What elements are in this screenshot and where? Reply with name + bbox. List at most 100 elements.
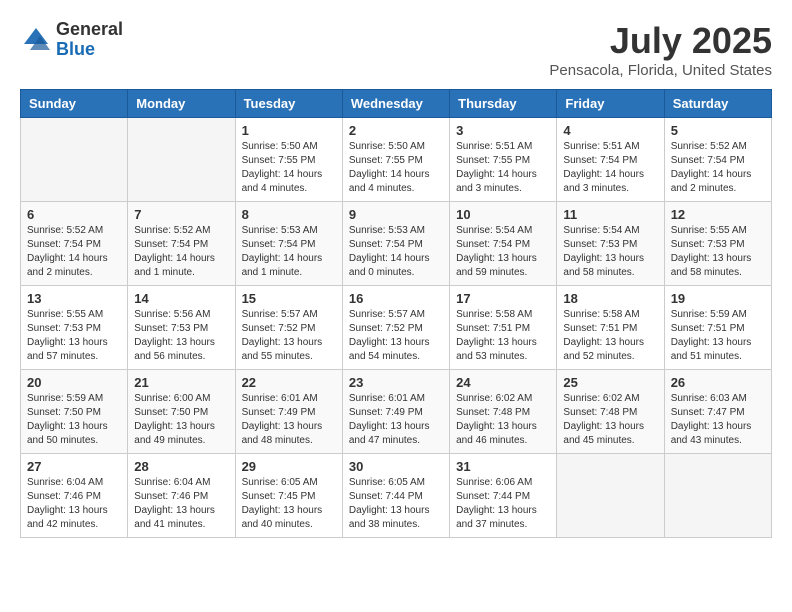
calendar-cell: 3 Sunrise: 5:51 AM Sunset: 7:55 PM Daylig… — [450, 118, 557, 202]
weekday-header: Wednesday — [342, 90, 449, 118]
day-info: Sunrise: 6:04 AM Sunset: 7:46 PM Dayligh… — [27, 476, 121, 532]
day-info: Sunrise: 6:04 AM Sunset: 7:46 PM Dayligh… — [134, 476, 228, 532]
day-number: 28 — [134, 459, 228, 474]
calendar-cell: 30 Sunrise: 6:05 AM Sunset: 7:44 PM Dayli… — [342, 454, 449, 538]
day-number: 24 — [456, 375, 550, 390]
calendar-cell: 31 Sunrise: 6:06 AM Sunset: 7:44 PM Dayli… — [450, 454, 557, 538]
day-info: Sunrise: 5:50 AM Sunset: 7:55 PM Dayligh… — [349, 140, 443, 196]
day-number: 7 — [134, 207, 228, 222]
calendar-cell — [128, 118, 235, 202]
calendar-cell: 4 Sunrise: 5:51 AM Sunset: 7:54 PM Daylig… — [557, 118, 664, 202]
day-info: Sunrise: 6:01 AM Sunset: 7:49 PM Dayligh… — [242, 392, 336, 448]
day-number: 30 — [349, 459, 443, 474]
day-info: Sunrise: 5:58 AM Sunset: 7:51 PM Dayligh… — [456, 308, 550, 364]
calendar-week-row: 6Sunrise: 5:52 AM Sunset: 7:54 PM Daylig… — [21, 202, 772, 286]
day-number: 21 — [134, 375, 228, 390]
calendar-cell: 21Sunrise: 6:00 AM Sunset: 7:50 PM Dayli… — [128, 370, 235, 454]
calendar-cell: 6Sunrise: 5:52 AM Sunset: 7:54 PM Daylig… — [21, 202, 128, 286]
day-info: Sunrise: 5:54 AM Sunset: 7:54 PM Dayligh… — [456, 224, 550, 280]
calendar-cell: 16 Sunrise: 5:57 AM Sunset: 7:52 PM Dayli… — [342, 286, 449, 370]
day-info: Sunrise: 5:57 AM Sunset: 7:52 PM Dayligh… — [349, 308, 443, 364]
day-number: 27 — [27, 459, 121, 474]
logo: General Blue — [20, 20, 123, 60]
calendar-cell: 8 Sunrise: 5:53 AM Sunset: 7:54 PM Daylig… — [235, 202, 342, 286]
day-number: 26 — [671, 375, 765, 390]
calendar-cell: 25 Sunrise: 6:02 AM Sunset: 7:48 PM Dayli… — [557, 370, 664, 454]
day-number: 20 — [27, 375, 121, 390]
calendar-cell: 19Sunrise: 5:59 AM Sunset: 7:51 PM Dayli… — [664, 286, 771, 370]
day-info: Sunrise: 6:01 AM Sunset: 7:49 PM Dayligh… — [349, 392, 443, 448]
day-info: Sunrise: 5:53 AM Sunset: 7:54 PM Dayligh… — [242, 224, 336, 280]
day-number: 4 — [563, 123, 657, 138]
day-info: Sunrise: 6:06 AM Sunset: 7:44 PM Dayligh… — [456, 476, 550, 532]
day-number: 16 — [349, 291, 443, 306]
day-info: Sunrise: 5:56 AM Sunset: 7:53 PM Dayligh… — [134, 308, 228, 364]
day-info: Sunrise: 6:05 AM Sunset: 7:44 PM Dayligh… — [349, 476, 443, 532]
calendar-cell: 22 Sunrise: 6:01 AM Sunset: 7:49 PM Dayli… — [235, 370, 342, 454]
day-info: Sunrise: 5:58 AM Sunset: 7:51 PM Dayligh… — [563, 308, 657, 364]
day-info: Sunrise: 5:51 AM Sunset: 7:55 PM Dayligh… — [456, 140, 550, 196]
title-block: July 2025 Pensacola, Florida, United Sta… — [549, 20, 772, 79]
page-header: General Blue July 2025 Pensacola, Florid… — [20, 20, 772, 79]
calendar-cell: 10 Sunrise: 5:54 AM Sunset: 7:54 PM Dayli… — [450, 202, 557, 286]
day-info: Sunrise: 5:54 AM Sunset: 7:53 PM Dayligh… — [563, 224, 657, 280]
location: Pensacola, Florida, United States — [549, 62, 772, 79]
day-number: 22 — [242, 375, 336, 390]
day-number: 31 — [456, 459, 550, 474]
day-info: Sunrise: 5:52 AM Sunset: 7:54 PM Dayligh… — [134, 224, 228, 280]
calendar-cell: 15Sunrise: 5:57 AM Sunset: 7:52 PM Dayli… — [235, 286, 342, 370]
calendar-cell — [557, 454, 664, 538]
day-info: Sunrise: 5:55 AM Sunset: 7:53 PM Dayligh… — [671, 224, 765, 280]
month-title: July 2025 — [549, 20, 772, 62]
day-number: 2 — [349, 123, 443, 138]
calendar-week-row: 27 Sunrise: 6:04 AM Sunset: 7:46 PM Dayli… — [21, 454, 772, 538]
day-number: 9 — [349, 207, 443, 222]
calendar-cell: 11 Sunrise: 5:54 AM Sunset: 7:53 PM Dayli… — [557, 202, 664, 286]
weekday-header-row: SundayMondayTuesdayWednesdayThursdayFrid… — [21, 90, 772, 118]
calendar-week-row: 13 Sunrise: 5:55 AM Sunset: 7:53 PM Dayli… — [21, 286, 772, 370]
day-number: 10 — [456, 207, 550, 222]
calendar-week-row: 1Sunrise: 5:50 AM Sunset: 7:55 PM Daylig… — [21, 118, 772, 202]
logo-icon — [20, 24, 52, 56]
day-info: Sunrise: 6:03 AM Sunset: 7:47 PM Dayligh… — [671, 392, 765, 448]
day-number: 19 — [671, 291, 765, 306]
calendar-cell: 13 Sunrise: 5:55 AM Sunset: 7:53 PM Dayli… — [21, 286, 128, 370]
logo-text: General Blue — [56, 20, 123, 60]
day-number: 17 — [456, 291, 550, 306]
day-info: Sunrise: 5:51 AM Sunset: 7:54 PM Dayligh… — [563, 140, 657, 196]
calendar-cell: 29 Sunrise: 6:05 AM Sunset: 7:45 PM Dayli… — [235, 454, 342, 538]
calendar-cell: 28 Sunrise: 6:04 AM Sunset: 7:46 PM Dayli… — [128, 454, 235, 538]
logo-general: General — [56, 20, 123, 40]
calendar-cell: 20Sunrise: 5:59 AM Sunset: 7:50 PM Dayli… — [21, 370, 128, 454]
weekday-header: Sunday — [21, 90, 128, 118]
calendar-week-row: 20Sunrise: 5:59 AM Sunset: 7:50 PM Dayli… — [21, 370, 772, 454]
calendar-cell: 7 Sunrise: 5:52 AM Sunset: 7:54 PM Daylig… — [128, 202, 235, 286]
calendar-cell: 18 Sunrise: 5:58 AM Sunset: 7:51 PM Dayli… — [557, 286, 664, 370]
day-number: 8 — [242, 207, 336, 222]
weekday-header: Tuesday — [235, 90, 342, 118]
day-number: 5 — [671, 123, 765, 138]
day-info: Sunrise: 5:57 AM Sunset: 7:52 PM Dayligh… — [242, 308, 336, 364]
day-info: Sunrise: 6:02 AM Sunset: 7:48 PM Dayligh… — [563, 392, 657, 448]
calendar: SundayMondayTuesdayWednesdayThursdayFrid… — [20, 89, 772, 538]
day-number: 14 — [134, 291, 228, 306]
day-info: Sunrise: 5:52 AM Sunset: 7:54 PM Dayligh… — [27, 224, 121, 280]
calendar-cell: 9Sunrise: 5:53 AM Sunset: 7:54 PM Daylig… — [342, 202, 449, 286]
day-number: 11 — [563, 207, 657, 222]
day-number: 25 — [563, 375, 657, 390]
day-number: 13 — [27, 291, 121, 306]
calendar-cell: 27 Sunrise: 6:04 AM Sunset: 7:46 PM Dayli… — [21, 454, 128, 538]
calendar-cell: 24Sunrise: 6:02 AM Sunset: 7:48 PM Dayli… — [450, 370, 557, 454]
day-number: 29 — [242, 459, 336, 474]
day-number: 23 — [349, 375, 443, 390]
calendar-cell — [21, 118, 128, 202]
calendar-cell: 26 Sunrise: 6:03 AM Sunset: 7:47 PM Dayli… — [664, 370, 771, 454]
day-number: 18 — [563, 291, 657, 306]
weekday-header: Friday — [557, 90, 664, 118]
calendar-cell — [664, 454, 771, 538]
day-info: Sunrise: 5:55 AM Sunset: 7:53 PM Dayligh… — [27, 308, 121, 364]
day-info: Sunrise: 6:05 AM Sunset: 7:45 PM Dayligh… — [242, 476, 336, 532]
calendar-cell: 23 Sunrise: 6:01 AM Sunset: 7:49 PM Dayli… — [342, 370, 449, 454]
day-info: Sunrise: 5:52 AM Sunset: 7:54 PM Dayligh… — [671, 140, 765, 196]
day-number: 3 — [456, 123, 550, 138]
